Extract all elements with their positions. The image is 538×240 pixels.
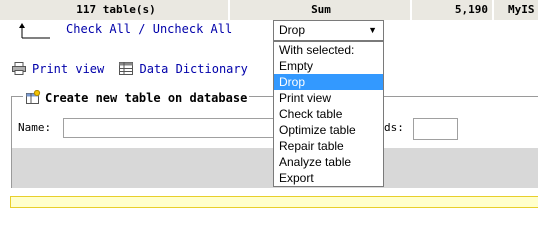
with-selected-options: With selected: Empty Drop Print view Che… — [273, 41, 384, 187]
arrow-up-left-icon — [19, 23, 50, 39]
new-table-icon — [26, 90, 41, 104]
total-size: 5,190 — [414, 0, 494, 20]
option-check-table[interactable]: Check table — [274, 106, 383, 122]
notice-box — [10, 196, 538, 208]
table-name-input[interactable] — [63, 118, 279, 138]
table-icon — [119, 62, 134, 75]
option-export[interactable]: Export — [274, 170, 383, 186]
with-selected-select[interactable]: Drop ▼ — [273, 20, 384, 41]
table-summary-row: 117 table(s) Sum 5,190 MyIS — [0, 0, 538, 21]
print-links: Print view Data Dictionary — [12, 62, 248, 76]
name-label: Name: — [18, 121, 52, 134]
summary-operation: Sum — [232, 0, 412, 20]
check-all-link[interactable]: Check All — [66, 22, 131, 36]
option-optimize-table[interactable]: Optimize table — [274, 122, 383, 138]
printer-icon — [12, 62, 26, 75]
option-with-selected[interactable]: With selected: — [274, 42, 383, 58]
chevron-down-icon: ▼ — [368, 25, 377, 35]
print-view-link[interactable]: Print view — [32, 62, 104, 76]
fields-count-input[interactable] — [413, 118, 458, 140]
create-table-title: Create new table on database — [45, 91, 248, 105]
option-drop[interactable]: Drop — [274, 74, 383, 90]
check-links: Check All / Uncheck All — [66, 22, 232, 36]
engine-label: MyIS — [508, 3, 535, 16]
select-current-value: Drop — [279, 23, 306, 37]
option-analyze-table[interactable]: Analyze table — [274, 154, 383, 170]
data-dictionary-link[interactable]: Data Dictionary — [139, 62, 247, 76]
option-empty[interactable]: Empty — [274, 58, 383, 74]
fields-label: ds: — [384, 121, 404, 134]
option-repair-table[interactable]: Repair table — [274, 138, 383, 154]
link-separator: / — [138, 22, 146, 36]
option-print-view[interactable]: Print view — [274, 90, 383, 106]
uncheck-all-link[interactable]: Uncheck All — [153, 22, 232, 36]
table-count: 117 table(s) — [4, 0, 230, 20]
create-table-legend: Create new table on database — [23, 90, 250, 105]
